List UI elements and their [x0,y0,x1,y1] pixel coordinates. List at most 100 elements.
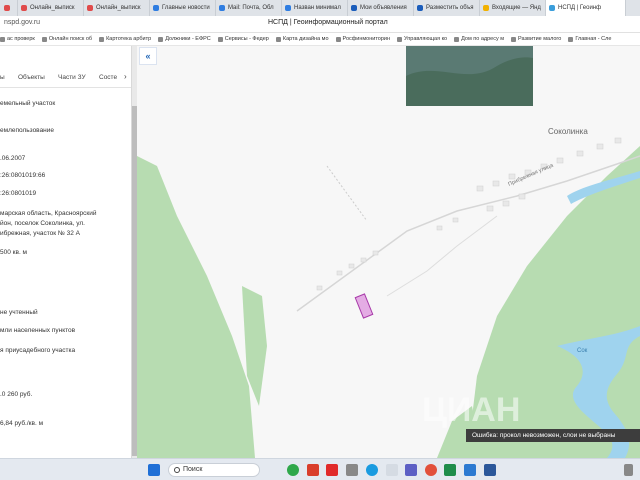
land-category-full-value: мли населенных пунктов [0,327,76,334]
teams-icon[interactable] [405,464,417,476]
tab-label: Главные новости [162,5,210,11]
cadastral-quarter-value: :26:0801019 [0,190,37,197]
browser-tab[interactable]: Мои объявления [348,0,414,16]
bookmark-label: Карта дизайна мо [282,36,329,42]
tab-favicon-icon [219,5,225,11]
bookmark-label: Онлайн поиск об [48,36,93,42]
bookmarks-bar: ас проверк Онлайн поиск об Картотека арбит… [0,33,640,46]
browser-tab[interactable]: Главные новости [150,0,216,16]
collapse-panel-button[interactable]: « [139,47,157,65]
address-line-2: йон, поселок Соколинка, ул. [0,220,85,227]
bookmark-label: Развитие малого [518,36,562,42]
start-icon[interactable] [148,464,160,476]
bookmark-label: Управляющая ко [404,36,448,42]
map-canvas[interactable]: Соколинка Прибрежная улица Сок ЦИАН [137,46,640,458]
bookmark-icon [0,36,5,42]
permitted-use-value: я приусадебного участка [0,347,76,354]
bookmark-icon [454,36,460,42]
excel-icon[interactable] [444,464,456,476]
browser-tab[interactable]: Разместить объя [414,0,480,16]
bookmark-icon [568,36,574,42]
browser-tab[interactable]: Онлайн_выписк [84,0,150,16]
address-line-1: марская область, Красноярский [0,210,97,217]
browser-tab[interactable] [0,0,18,16]
url-text[interactable]: nspd.gov.ru [4,19,40,26]
word-icon[interactable] [464,464,476,476]
browser-tab[interactable]: Mail: Почта, Обл [216,0,282,16]
bookmark-label: Дом по адресу м [461,36,505,42]
browser-tab[interactable]: Онлайн_выписк [18,0,84,16]
browser-tab[interactable]: Назван минимал [282,0,348,16]
bookmark-label: Должники - ЕФРС [165,36,211,42]
tab-favicon-icon [351,5,357,11]
address-bar[interactable]: nspd.gov.ru НСПД | Геоинформационный пор… [0,16,640,33]
address-line-3: ибрежная, участок № 32 А [0,230,81,237]
tab-label: Онлайн_выписк [30,5,75,11]
yandex-icon[interactable] [307,464,319,476]
bookmark-item[interactable]: Сервисы - Федер [217,33,269,45]
tab-favicon-icon [549,5,555,11]
bookmark-item[interactable]: Главная - Сле [568,33,611,45]
map-svg[interactable]: Соколинка Прибрежная улица Сок ЦИАН [137,46,640,458]
page-title: НСПД | Геоинформационный портал [268,19,388,26]
cadastral-number-value: :26:0801019:66 [0,172,46,179]
tab-favicon-icon [483,5,489,11]
tabs-more-arrow[interactable]: › [124,72,127,81]
bookmark-item[interactable]: Должники - ЕФРС [158,33,211,45]
bookmark-item[interactable]: Росфинмониторин [335,33,391,45]
tab-active[interactable]: НСПД | Геоинф [546,0,626,16]
registration-date-value: .06.2007 [0,155,26,162]
youtube-icon[interactable] [326,464,338,476]
search-label: Поиск [183,466,203,473]
bookmark-icon [217,36,223,42]
tab-label: Мои объявления [360,5,407,11]
tab-label: Входящие — Янд [492,5,541,11]
tab-label: Mail: Почта, Обл [228,5,274,11]
edge-icon[interactable] [366,464,378,476]
area-value: 500 кв. м [0,249,28,256]
bookmark-item[interactable]: Развитие малого [511,33,561,45]
tab-info[interactable]: ы [0,74,5,81]
bookmark-label: Сервисы - Федер [224,36,269,42]
bookmark-label: Росфинмониторин [342,36,391,42]
tab-objects[interactable]: Объекты [18,74,45,81]
browser-tab-strip: Онлайн_выписк Онлайн_выписк Главные новост… [0,0,640,16]
bookmark-icon [335,36,341,42]
show-desktop-icon[interactable] [624,464,633,476]
bookmark-item[interactable]: Карта дизайна мо [275,33,329,45]
tab-favicon-icon [285,5,291,11]
tab-favicon-icon [21,5,27,11]
tab-favicon-icon [4,5,10,11]
bookmark-item[interactable]: Дом по адресу м [454,33,504,45]
watermark-text: ЦИАН [422,391,520,429]
tab-label: Онлайн_выписк [96,5,141,11]
tab-parts[interactable]: Части ЗУ [58,74,86,81]
browser-tab[interactable]: Входящие — Янд [480,0,546,16]
tab-label: НСПД | Геоинф [558,5,602,11]
tab-favicon-icon [87,5,93,11]
bookmark-icon [397,36,403,42]
bookmark-item[interactable]: ас проверк [0,33,35,45]
cadastral-value: .0 260 руб. [0,391,33,398]
place-name-label: Соколинка [548,127,588,136]
bookmark-icon [99,36,105,42]
bookmark-item[interactable]: Картотека арбитр [99,33,151,45]
windows-taskbar: Поиск [0,458,640,480]
land-category-value: емельный участок [0,100,56,107]
error-toast: Ошибка: прокол невозможен, слои не выбра… [466,429,640,442]
object-info-panel: ы Объекты Части ЗУ Состе › емельный учас… [0,46,132,458]
tab-favicon-icon [153,5,159,11]
file-explorer-icon[interactable] [346,464,358,476]
tab-composition[interactable]: Состе [99,74,117,81]
land-use-value: емлепользование [0,127,55,134]
bookmark-icon [41,36,47,42]
tab-label: Назван минимал [294,5,341,11]
taskbar-search[interactable]: Поиск [168,463,260,477]
whatsapp-icon[interactable] [287,464,299,476]
bookmark-item[interactable]: Управляющая ко [397,33,447,45]
browser-icon[interactable] [425,464,437,476]
store-icon[interactable] [386,464,398,476]
bookmark-item[interactable]: Онлайн поиск об [41,33,93,45]
word-doc-icon[interactable] [484,464,496,476]
bookmark-label: Картотека арбитр [106,36,152,42]
